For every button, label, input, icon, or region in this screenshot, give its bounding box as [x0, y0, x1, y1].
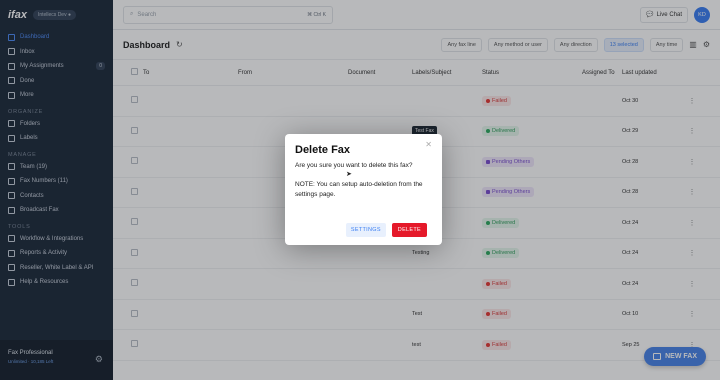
settings-button[interactable]: SETTINGS — [345, 223, 386, 237]
dialog-message: Are you sure you want to delete this fax… — [295, 162, 413, 169]
delete-button[interactable]: DELETE — [391, 223, 427, 237]
delete-fax-dialog: ✕ Delete Fax Are you sure you want to de… — [285, 134, 442, 245]
dialog-title: Delete Fax — [295, 144, 351, 156]
close-icon[interactable]: ✕ — [425, 140, 432, 149]
dialog-note: NOTE: You can setup auto-deletion from t… — [295, 181, 423, 198]
mouse-cursor-icon: ➤ — [346, 171, 352, 178]
